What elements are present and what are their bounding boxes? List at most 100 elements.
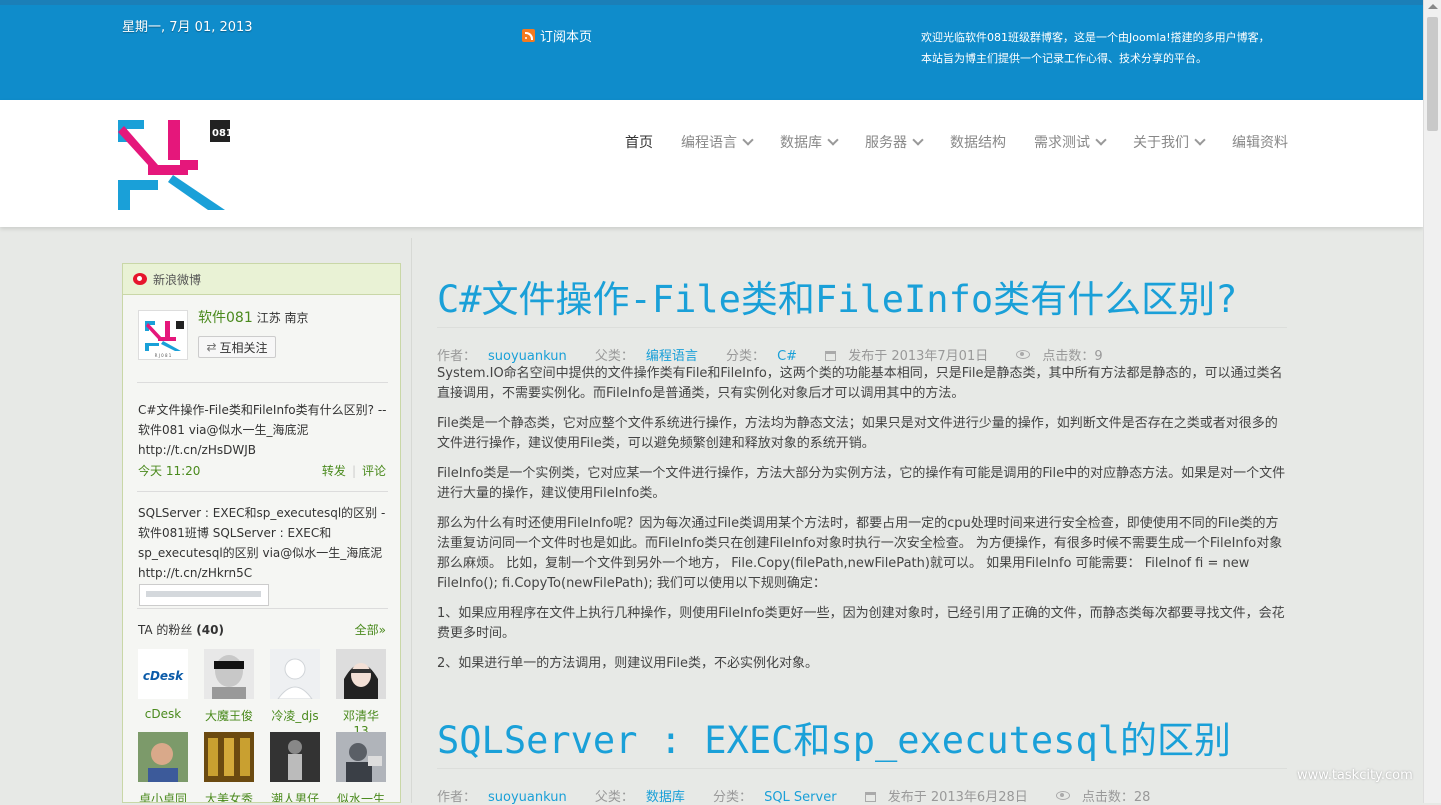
article-paragraph: File类是一个静态类，它对应整个文件系统进行操作，方法均为静态文法；如果只是对… (437, 416, 1278, 451)
fan-item[interactable]: 大美女秀 (204, 732, 254, 803)
post-thumbnail-image[interactable] (139, 584, 269, 606)
mutual-follow-button[interactable]: ⇄ 互相关注 (198, 336, 276, 358)
nav-item-requirements-testing[interactable]: 需求测试 (1020, 132, 1119, 152)
parent-category-link[interactable]: 编程语言 (646, 349, 698, 364)
weibo-widget-title: 新浪微博 (153, 272, 202, 287)
profile-location: 江苏 南京 (256, 311, 309, 325)
nav-item-about-us[interactable]: 关于我们 (1119, 132, 1218, 152)
welcome-line-1: 欢迎光临软件081班级群博客，这是一个由Joomla!搭建的多用户博客， (921, 31, 1270, 44)
fan-avatar (336, 649, 386, 699)
nav-item-home[interactable]: 首页 (611, 132, 667, 152)
welcome-line-2: 本站旨为博主们提供一个记录工作心得、技术分享的平台。 (921, 52, 1207, 65)
chevron-down-icon (827, 134, 839, 146)
comment-link[interactable]: 评论 (362, 464, 386, 478)
weibo-post: C#文件操作-File类和FileInfo类有什么区别? -- 软件081 vi… (138, 403, 387, 457)
welcome-text: 欢迎光临软件081班级群博客，这是一个由Joomla!搭建的多用户博客， 本站旨… (921, 27, 1321, 69)
article-paragraph: System.IO命名空间中提供的文件操作类有File和FileInfo，这两个… (437, 366, 1283, 401)
article-paragraph: 2、如果进行单一的方法调用，则建议用File类，不必实例化对象。 (437, 656, 819, 671)
fan-item[interactable]: 邓清华13 (336, 649, 386, 738)
nav-item-programming[interactable]: 编程语言 (667, 132, 766, 152)
fan-name: 似水一生 (336, 792, 385, 803)
profile-name-line: 软件081 江苏 南京 (198, 307, 309, 327)
column-divider (411, 238, 412, 803)
article-title[interactable]: C#文件操作-File类和FileInfo类有什么区别? (437, 269, 1237, 323)
fan-item[interactable]: 大魔王俊 (204, 649, 254, 724)
profile-name[interactable]: 软件081 (198, 310, 253, 326)
eye-icon (1016, 350, 1031, 359)
category-link[interactable]: C# (777, 349, 797, 364)
hit-count: 点击数：9 (1042, 349, 1103, 364)
divider (137, 491, 388, 492)
fan-item[interactable]: 冷凌_djs (270, 649, 320, 724)
avatar-caption: R J 0 8 1 (155, 353, 172, 358)
logo-text: 081 (212, 128, 230, 139)
fan-item[interactable]: 似水一生 (336, 732, 386, 803)
nav-item-server[interactable]: 服务器 (851, 132, 936, 152)
svg-text:cDesk: cDesk (143, 669, 184, 683)
chevron-down-icon (912, 134, 924, 146)
article-meta: 作者： suoyuankun 父类： 数据库 分类： SQL Server 发布于 2… (437, 790, 1151, 805)
fans-count: (40) (196, 623, 224, 637)
watermark: www.taskcity.com (1297, 768, 1413, 783)
fan-avatar (204, 649, 254, 699)
post-time[interactable]: 今天 11:20 (138, 462, 200, 479)
fan-avatar (336, 732, 386, 782)
divider (137, 608, 388, 609)
scrollbar-thumb[interactable] (1427, 17, 1438, 131)
eye-icon (1055, 791, 1070, 800)
follow-label: 互相关注 (219, 340, 268, 355)
fan-name: cDesk (144, 707, 182, 721)
fan-name: 卓小卓同 (138, 792, 187, 803)
vertical-scrollbar[interactable] (1423, 0, 1441, 803)
main-nav: 首页 编程语言 数据库 服务器 数据结构 需求测试 关于我们 编辑资料 (611, 132, 1302, 152)
weibo-widget: 新浪微博 R J 0 8 1 软件081 江苏 南京 ⇄ 互相关注 C#文件操作-… (122, 263, 401, 803)
title-divider (437, 768, 1287, 769)
fan-avatar (204, 732, 254, 782)
weibo-post-meta: 今天 11:20 转发 | 评论 (138, 462, 386, 479)
calendar-icon (825, 351, 837, 361)
nav-item-database[interactable]: 数据库 (766, 132, 851, 152)
nav-item-edit-profile[interactable]: 编辑资料 (1218, 132, 1302, 152)
chevron-down-icon (742, 134, 754, 146)
fan-item[interactable]: cDesk cDesk (138, 649, 188, 721)
fan-name: 大美女秀 (204, 792, 253, 803)
fan-item[interactable]: 卓小卓同 (138, 732, 188, 803)
all-fans-link[interactable]: 全部» (355, 621, 386, 638)
article-paragraph: FileInfo类是一个实例类，它对应某一个文件进行操作，方法大部分为实例方法，… (437, 466, 1286, 501)
rss-icon (522, 29, 535, 42)
rss-subscribe-link[interactable]: 订阅本页 (522, 26, 592, 45)
top-bar: 星期一, 7月 01, 2013 订阅本页 欢迎光临软件081班级群博客，这是一… (0, 0, 1423, 100)
nav-item-data-structure[interactable]: 数据结构 (936, 132, 1020, 152)
chevron-down-icon (1095, 134, 1107, 146)
fan-avatar (270, 649, 320, 700)
title-divider (437, 327, 1287, 328)
weibo-widget-header: 新浪微博 (123, 264, 400, 295)
chevron-down-icon (1194, 134, 1206, 146)
site-header: 081 首页 编程语言 数据库 服务器 数据结构 需求测试 关于我们 编辑资料 (0, 100, 1423, 227)
separator: | (351, 464, 356, 478)
weibo-icon (133, 273, 147, 285)
calendar-icon (864, 792, 876, 802)
publish-date: 发布于 2013年7月01日 (848, 349, 989, 364)
article-meta: 作者： suoyuankun 父类： 编程语言 分类： C# 发布于 2013年7月0… (437, 349, 1103, 364)
fan-name: 大魔王俊 (204, 709, 253, 723)
rss-label: 订阅本页 (540, 30, 593, 45)
scroll-up-arrow-icon[interactable] (1428, 4, 1438, 9)
fan-name: 潮人男仔 (270, 792, 319, 803)
divider (137, 382, 388, 383)
fan-item[interactable]: 潮人男仔 (270, 732, 320, 803)
author-link[interactable]: suoyuankun (488, 349, 567, 364)
article-title[interactable]: SQLServer : EXEC和sp_executesql的区别 (437, 710, 1231, 764)
swap-arrows-icon: ⇄ (206, 340, 217, 354)
forward-link[interactable]: 转发 (322, 464, 346, 478)
fan-name: 冷凌_djs (271, 709, 319, 723)
article-paragraph: 1、如果应用程序在文件上执行几种操作，则使用FileInfo类更好一些，因为创建… (437, 606, 1285, 641)
fan-avatar: cDesk (138, 649, 188, 699)
site-logo[interactable]: 081 (118, 120, 230, 210)
weibo-post: SQLServer : EXEC和sp_executesql的区别 - 软件08… (138, 506, 386, 580)
avatar[interactable]: R J 0 8 1 (138, 310, 188, 360)
article-paragraph: 那么为什么有时还使用FileInfo呢？因为每次通过File类调用某个方法时，都… (437, 516, 1283, 591)
fan-avatar (138, 732, 188, 782)
current-date: 星期一, 7月 01, 2013 (122, 20, 253, 35)
fans-heading: TA 的粉丝 (40) (138, 623, 224, 637)
